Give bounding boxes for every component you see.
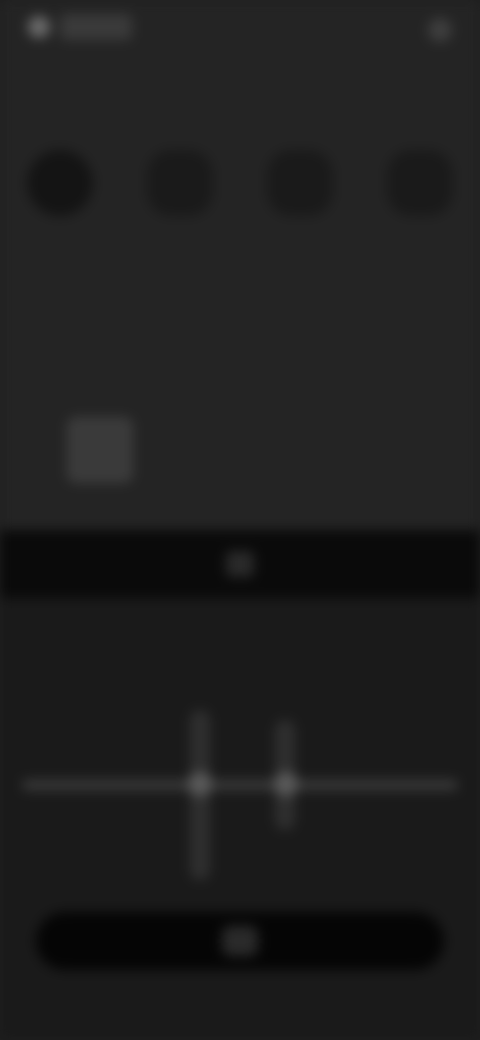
crosshair-control[interactable] (0, 640, 480, 900)
sheet-title (226, 551, 254, 577)
bottom-action-button[interactable] (222, 926, 258, 956)
handle-1[interactable] (188, 772, 212, 796)
horizontal-track (22, 780, 458, 790)
back-icon[interactable] (28, 16, 50, 38)
app-screen (0, 0, 480, 1040)
tool-button-2[interactable] (147, 150, 213, 216)
tool-button-4[interactable] (387, 150, 453, 216)
back-group[interactable] (28, 14, 132, 40)
bottom-action-bar (36, 912, 444, 970)
tool-row (0, 150, 480, 216)
top-title (60, 14, 132, 40)
top-action-button[interactable] (428, 18, 452, 42)
handle-2[interactable] (274, 772, 298, 796)
tool-button-3[interactable] (267, 150, 333, 216)
preview-thumbnail[interactable] (68, 418, 132, 482)
bottom-sheet (0, 530, 480, 1040)
sheet-header (0, 530, 480, 598)
top-bar (0, 0, 480, 64)
tool-button-1[interactable] (27, 150, 93, 216)
